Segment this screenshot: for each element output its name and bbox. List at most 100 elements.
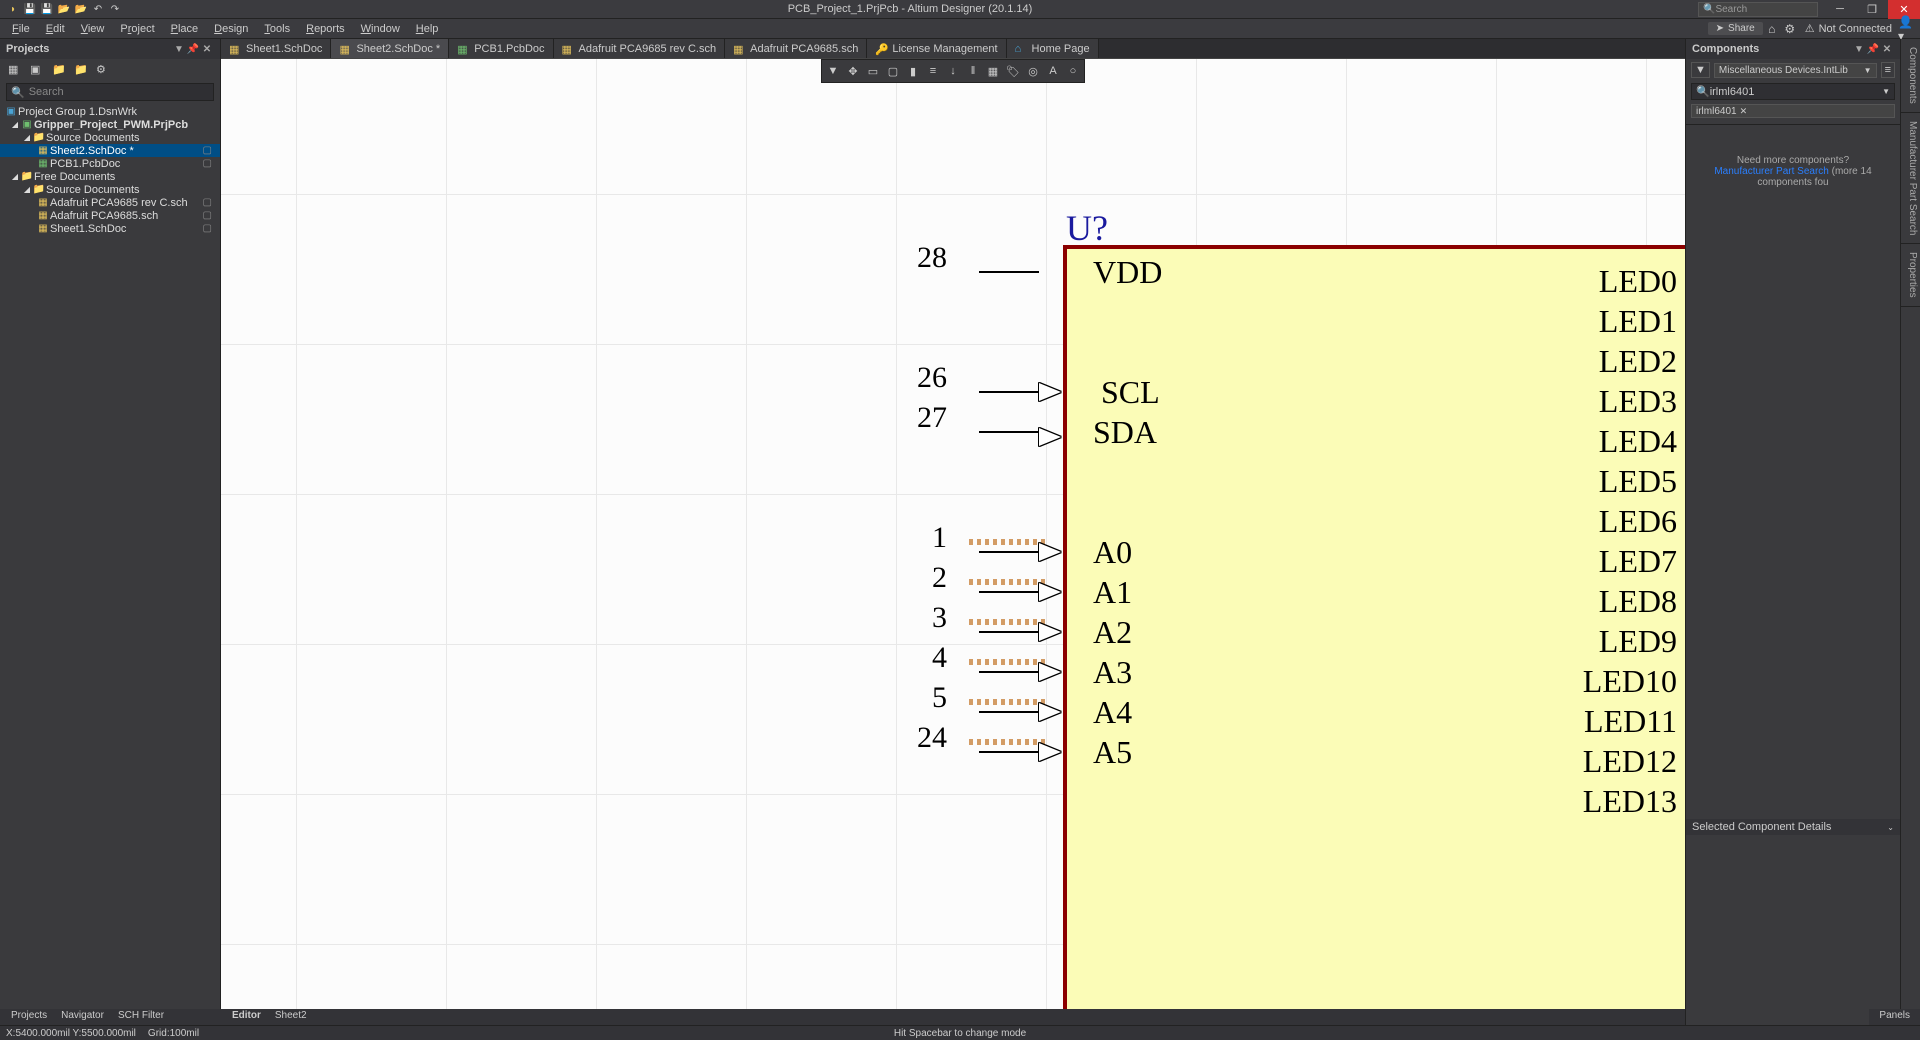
menu-icon[interactable]: ≡ xyxy=(1881,62,1895,78)
doctab[interactable]: 🔑License Management xyxy=(867,39,1006,58)
share-button[interactable]: ➤ Share xyxy=(1708,22,1763,35)
tab-projects[interactable]: Projects xyxy=(4,1009,54,1025)
menu-tools[interactable]: Tools xyxy=(256,21,298,37)
home-icon[interactable]: ⌂ xyxy=(1763,22,1781,36)
doctab[interactable]: ▦Sheet2.SchDoc * xyxy=(331,39,449,58)
menu-edit[interactable]: Edit xyxy=(38,21,73,37)
pin-LED2[interactable]: LED2 xyxy=(1599,343,1677,380)
pin-LED13[interactable]: LED13 xyxy=(1583,783,1677,820)
panel-pin-icon[interactable]: 📌 xyxy=(186,44,200,55)
tree-adafruit[interactable]: ▦Adafruit PCA9685.sch▢ xyxy=(0,209,220,222)
search-chip[interactable]: irlml6401✕ xyxy=(1691,104,1895,118)
schematic-component[interactable]: U? 28VDD26SCL27SDA1A02A13A24A35A424A5 LE… xyxy=(1063,245,1685,1025)
folder-icon[interactable]: 📁 xyxy=(52,63,66,77)
tree-sheet2[interactable]: ▦Sheet2.SchDoc *▢ xyxy=(0,144,220,157)
pin-LED11[interactable]: LED11 xyxy=(1584,703,1677,740)
menu-reports[interactable]: Reports xyxy=(298,21,353,37)
schematic-canvas[interactable]: ▼ ✥ ▭ ▢ ▮ ≡ ↓ ‖ ▦ 🏷 ◎ A ○ U? 28VDD26SCL2… xyxy=(221,59,1685,1025)
component-designator[interactable]: U? xyxy=(1066,207,1108,249)
project-options-icon[interactable]: ⚙ xyxy=(96,63,110,77)
compile-icon[interactable]: ▣ xyxy=(30,63,44,77)
filter-icon[interactable]: ▼ xyxy=(824,62,842,80)
doctab[interactable]: ▦Sheet1.SchDoc xyxy=(221,39,331,58)
doctab[interactable]: ▦PCB1.PcbDoc xyxy=(449,39,553,58)
tree-workspace[interactable]: ▣Project Group 1.DsnWrk xyxy=(0,105,220,118)
pin-LED12[interactable]: LED12 xyxy=(1583,743,1677,780)
chip-clear-icon[interactable]: ✕ xyxy=(1740,106,1748,117)
doctab[interactable]: ⌂Home Page xyxy=(1007,39,1099,58)
redo-icon[interactable]: ↷ xyxy=(108,2,122,16)
pin-LED0[interactable]: LED0 xyxy=(1599,263,1677,300)
show-docs-icon[interactable]: ▦ xyxy=(8,63,22,77)
grid-icon[interactable]: ▦ xyxy=(984,62,1002,80)
mps-link[interactable]: Manufacturer Part Search (more 14 compon… xyxy=(1686,166,1900,188)
move-icon[interactable]: ✥ xyxy=(844,62,862,80)
tab-sch-filter[interactable]: SCH Filter xyxy=(111,1009,171,1025)
menu-design[interactable]: Design xyxy=(206,21,256,37)
align-left-icon[interactable]: ▮ xyxy=(904,62,922,80)
target-icon[interactable]: ◎ xyxy=(1024,62,1042,80)
tree-pcb1[interactable]: ▦PCB1.PcbDoc▢ xyxy=(0,157,220,170)
panel-dropdown-icon[interactable]: ▼ xyxy=(172,44,186,55)
menu-help[interactable]: Help xyxy=(408,21,447,37)
menu-view[interactable]: View xyxy=(73,21,113,37)
panel-pin-icon[interactable]: 📌 xyxy=(1866,44,1880,55)
menu-file[interactable]: File xyxy=(4,21,38,37)
pin-LED6[interactable]: LED6 xyxy=(1599,503,1677,540)
save-icon[interactable]: 💾 xyxy=(23,2,37,16)
pin-LED7[interactable]: LED7 xyxy=(1599,543,1677,580)
select-rect-icon[interactable]: ▭ xyxy=(864,62,882,80)
tab-editor[interactable]: Editor xyxy=(225,1009,268,1025)
panel-dropdown-icon[interactable]: ▼ xyxy=(1852,44,1866,55)
panel-close-icon[interactable]: ✕ xyxy=(1880,44,1894,55)
open-icon[interactable]: 📂 xyxy=(57,2,71,16)
maximize-button[interactable]: ❐ xyxy=(1856,0,1888,19)
menu-window[interactable]: Window xyxy=(353,21,408,37)
tree-sheet1[interactable]: ▦Sheet1.SchDoc▢ xyxy=(0,222,220,235)
components-search[interactable]: 🔍 irlml6401▼ xyxy=(1691,83,1895,100)
connection-status[interactable]: ⚠ Not Connected xyxy=(1799,22,1898,35)
projects-search[interactable]: 🔍 Search xyxy=(6,83,214,101)
pin-LED3[interactable]: LED3 xyxy=(1599,383,1677,420)
tree-free-docs[interactable]: ◢📁Free Documents xyxy=(0,170,220,183)
tree-project[interactable]: ◢▣Gripper_Project_PWM.PrjPcb xyxy=(0,118,220,131)
save-all-icon[interactable]: 💾 xyxy=(40,2,54,16)
doctab[interactable]: ▦Adafruit PCA9685 rev C.sch xyxy=(554,39,726,58)
text-icon[interactable]: A xyxy=(1044,62,1062,80)
pin-LED4[interactable]: LED4 xyxy=(1599,423,1677,460)
tab-sheet2[interactable]: Sheet2 xyxy=(268,1009,314,1025)
filter-icon[interactable]: ▼ xyxy=(1691,62,1710,78)
distribute-icon[interactable]: ‖ xyxy=(964,62,982,80)
pin-LED9[interactable]: LED9 xyxy=(1599,623,1677,660)
pin-LED1[interactable]: LED1 xyxy=(1599,303,1677,340)
align-v-icon[interactable]: ↓ xyxy=(944,62,962,80)
open-project-icon[interactable]: 📂 xyxy=(74,2,88,16)
tab-navigator[interactable]: Navigator xyxy=(54,1009,111,1025)
vtab-components[interactable]: Components xyxy=(1901,39,1920,113)
folder-tree-icon[interactable]: 📁 xyxy=(74,63,88,77)
undo-icon[interactable]: ↶ xyxy=(91,2,105,16)
select-touch-icon[interactable]: ▢ xyxy=(884,62,902,80)
minimize-button[interactable]: ─ xyxy=(1824,0,1856,19)
menu-project[interactable]: Project xyxy=(112,21,162,37)
document-tabs: ▦Sheet1.SchDoc▦Sheet2.SchDoc *▦PCB1.PcbD… xyxy=(221,39,1685,59)
library-dropdown[interactable]: Miscellaneous Devices.IntLib▼ xyxy=(1714,63,1877,78)
tree-adafruit-c[interactable]: ▦Adafruit PCA9685 rev C.sch▢ xyxy=(0,196,220,209)
selected-component-details-header[interactable]: Selected Component Details⌄ xyxy=(1686,819,1900,835)
settings-icon[interactable]: ⚙ xyxy=(1781,22,1799,36)
pin-LED8[interactable]: LED8 xyxy=(1599,583,1677,620)
menu-place[interactable]: Place xyxy=(163,21,207,37)
doctab[interactable]: ▦Adafruit PCA9685.sch xyxy=(725,39,867,58)
tag-icon[interactable]: 🏷 xyxy=(1004,62,1022,80)
vtab-properties[interactable]: Properties xyxy=(1901,244,1920,307)
vtab-mps[interactable]: Manufacturer Part Search xyxy=(1901,113,1920,245)
align-h-icon[interactable]: ≡ xyxy=(924,62,942,80)
global-search[interactable]: 🔍 Search xyxy=(1698,2,1818,17)
pin-LED5[interactable]: LED5 xyxy=(1599,463,1677,500)
circle-icon[interactable]: ○ xyxy=(1064,62,1082,80)
panels-button[interactable]: Panels xyxy=(1869,1009,1920,1025)
pin-LED10[interactable]: LED10 xyxy=(1583,663,1677,700)
tree-source-docs-2[interactable]: ◢📁Source Documents xyxy=(0,183,220,196)
tree-source-docs[interactable]: ◢📁Source Documents xyxy=(0,131,220,144)
panel-close-icon[interactable]: ✕ xyxy=(200,44,214,55)
